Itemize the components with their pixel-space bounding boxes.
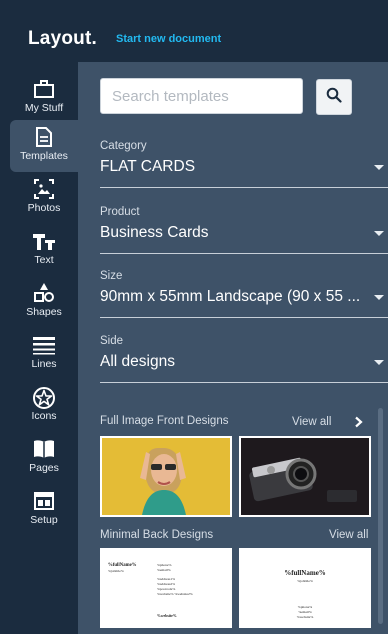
start-new-document-link[interactable]: Start new document [116,33,221,45]
star-badge-icon [10,380,78,410]
section-title-front: Full Image Front Designs [100,415,229,427]
app-logo[interactable]: Layout. [28,28,97,50]
card-address2: %address2% [157,582,176,586]
card-website: %website% [296,615,314,619]
card-phone: %phone% [157,563,172,567]
text-icon [10,224,78,254]
sidebar-item-label: Lines [31,358,57,370]
card-email: %email% [298,610,312,614]
card-jobtitle: %jobtitle% [297,579,313,583]
sidebar-item-photos[interactable]: Photos [10,172,78,224]
setup-icon [10,484,78,514]
size-label: Size [100,270,123,282]
shapes-icon [10,276,78,306]
sidebar-item-icons[interactable]: Icons [10,380,78,432]
view-all-back-link[interactable]: View all [329,529,368,541]
card-postcode: %postcode% [157,587,176,591]
section-title-back: Minimal Back Designs [100,529,214,541]
chevron-down-icon [374,295,384,300]
book-icon [10,432,78,462]
sidebar-item-label: Photos [27,202,61,214]
lines-icon [10,328,78,358]
product-value: Business Cards [100,224,209,241]
card-footer: %website% [157,614,177,618]
card-websites: %website% %website2% [157,592,193,596]
category-select[interactable]: Category FLAT CARDS [100,140,388,188]
size-select[interactable]: Size 90mm x 55mm Landscape (90 x 55 ... [100,270,388,318]
chevron-down-icon [374,231,384,236]
template-thumbnail-back-2[interactable]: %fullName% %jobtitle% %phone% %email% %w… [239,548,371,628]
card-jobtitle: %jobtitle% [108,569,124,573]
sidebar-item-templates[interactable]: Templates [10,120,78,172]
card-name: %fullName% [284,569,326,577]
card-address1: %address1% [157,577,176,581]
document-icon [10,120,78,150]
size-value: 90mm x 55mm Landscape (90 x 55 ... [100,288,361,305]
side-select[interactable]: Side All designs [100,335,388,383]
search-input[interactable] [100,78,303,114]
card-name: %fullName% [108,563,137,568]
sidebar-item-label: Text [34,254,54,266]
product-select[interactable]: Product Business Cards [100,206,388,254]
category-value: FLAT CARDS [100,158,196,175]
template-thumbnail-front-2[interactable] [239,436,371,517]
scrollbar[interactable] [378,408,383,624]
sidebar-item-shapes[interactable]: Shapes [10,276,78,328]
sidebar-item-label: Templates [20,150,68,162]
briefcase-icon [10,72,78,102]
card-email: %email% [157,568,171,572]
sidebar-item-label: Icons [31,410,57,422]
chevron-down-icon [374,360,384,365]
sidebar-item-label: Shapes [26,306,62,318]
card-phone: %phone% [297,605,313,609]
sidebar: My Stuff Templates Photos Text Shapes Li… [0,62,78,634]
templates-panel: Category FLAT CARDS Product Business Car… [78,62,388,634]
product-label: Product [100,206,140,218]
sidebar-item-label: Pages [29,462,59,474]
camera-photo-image [241,438,369,515]
side-value: All designs [100,353,175,370]
sidebar-item-pages[interactable]: Pages [10,432,78,484]
template-thumbnail-back-1[interactable]: %fullName% %jobtitle% %phone% %email% %a… [100,548,232,628]
sidebar-item-label: My Stuff [24,102,64,114]
sidebar-item-text[interactable]: Text [10,224,78,276]
sidebar-item-lines[interactable]: Lines [10,328,78,380]
top-bar: Layout. Start new document [0,0,388,62]
category-label: Category [100,140,147,152]
chevron-down-icon [374,165,384,170]
search-button[interactable] [316,79,352,115]
side-label: Side [100,335,124,347]
search-icon [326,87,342,108]
sidebar-item-setup[interactable]: Setup [10,484,78,536]
chevron-right-icon[interactable] [353,416,365,428]
sidebar-item-my-stuff[interactable]: My Stuff [10,72,78,124]
woman-photo-image [102,438,230,515]
template-thumbnail-front-1[interactable] [100,436,232,517]
photo-icon [10,172,78,202]
sidebar-item-label: Setup [30,514,58,526]
view-all-front-link[interactable]: View all [292,416,331,428]
